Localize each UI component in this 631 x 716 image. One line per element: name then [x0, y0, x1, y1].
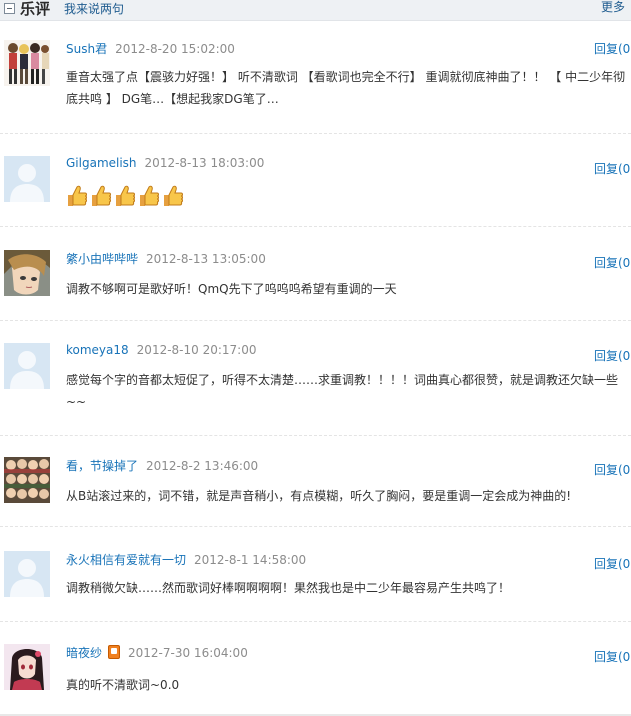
user-avatar[interactable] [4, 250, 50, 296]
thumbs-up-icon [140, 185, 159, 206]
comment-text: 感觉每个字的音都太短促了，听得不太清楚……求重调教！！！！词曲真心都很赞，就是调… [66, 373, 619, 409]
anime-group-avatar-icon [4, 40, 50, 86]
default-avatar-icon [4, 551, 50, 597]
user-avatar[interactable] [4, 644, 50, 690]
reply-button[interactable]: 回复(0 [594, 648, 630, 665]
comment-time: 2012-7-30 16:04:00 [128, 646, 248, 660]
comment-text: 从B站滚过来的，词不错，就是声音稍小，有点模糊，听久了胸闷，要是重调一定会成为神… [66, 489, 572, 503]
anime-girl-avatar-icon [4, 644, 50, 690]
user-avatar[interactable] [4, 40, 50, 86]
comment-username[interactable]: Sush君 [66, 42, 107, 56]
anime-face-avatar-icon [4, 250, 50, 296]
thumbs-up-icon [116, 185, 135, 206]
comment-text: 调教不够啊可是歌好听！QmQ先下了呜呜呜希望有重调的一天 [66, 282, 397, 296]
section-header: 乐评 我来说两句 更多 [0, 0, 631, 21]
divider [0, 133, 631, 134]
comment-meta: 看，节操掉了 2012-8-2 13:46:00 [66, 457, 258, 474]
divider [0, 621, 631, 622]
default-avatar-icon [4, 156, 50, 202]
comment-meta: 暗夜纱 2012-7-30 16:04:00 [66, 644, 248, 661]
section-title: 乐评 [20, 0, 51, 18]
comment-meta: Sush君 2012-8-20 15:02:00 [66, 40, 235, 57]
reply-button[interactable]: 回复(0 [594, 461, 630, 478]
comment-time: 2012-8-13 18:03:00 [144, 156, 265, 170]
reply-button[interactable]: 回复(0 [594, 555, 630, 572]
divider [0, 435, 631, 436]
comment-username[interactable]: 看，节操掉了 [66, 459, 138, 473]
mobile-badge-icon [108, 645, 121, 659]
emoji-row [66, 184, 184, 208]
comment-meta: 綮小由哔哔哔 2012-8-13 13:05:00 [66, 250, 266, 267]
thumbs-up-icon [92, 185, 111, 206]
user-avatar[interactable] [4, 343, 50, 389]
comment-meta: 永火相信有爱就有一切 2012-8-1 14:58:00 [66, 551, 306, 568]
reply-button[interactable]: 回复(0 [594, 347, 630, 364]
comment-text: 真的听不清歌词~0.0 [66, 678, 180, 692]
comment-time: 2012-8-2 13:46:00 [146, 459, 259, 473]
user-avatar[interactable] [4, 457, 50, 503]
comment-text: 重音太强了点【震骇力好强！】 听不清歌词 【看歌词也完全不行】 重调就彻底神曲了… [66, 70, 626, 106]
collapse-toggle-icon[interactable] [4, 3, 15, 14]
thumbs-up-icon [164, 185, 183, 206]
comment-username[interactable]: 永火相信有爱就有一切 [66, 553, 186, 567]
comment-meta: komeya18 2012-8-10 20:17:00 [66, 343, 256, 357]
more-link[interactable]: 更多 [601, 0, 625, 15]
reply-button[interactable]: 回复(0 [594, 160, 630, 177]
comment-text: 调教稍微欠缺……然而歌词好棒啊啊啊啊！果然我也是中二少年最容易产生共鸣了！ [66, 581, 511, 595]
default-avatar-icon [4, 343, 50, 389]
thumbs-up-icon [68, 185, 87, 206]
comment-username[interactable]: 暗夜纱 [66, 646, 102, 660]
user-avatar[interactable] [4, 551, 50, 597]
comment-time: 2012-8-10 20:17:00 [136, 343, 257, 357]
divider [0, 226, 631, 227]
divider [0, 526, 631, 527]
reply-button[interactable]: 回复(0 [594, 40, 630, 57]
comment-time: 2012-8-13 13:05:00 [146, 252, 266, 266]
write-comment-link[interactable]: 我来说两句 [64, 0, 124, 17]
comment-time: 2012-8-1 14:58:00 [194, 553, 307, 567]
comment-username[interactable]: komeya18 [66, 343, 129, 357]
comment-username[interactable]: Gilgamelish [66, 156, 137, 170]
comment-meta: Gilgamelish 2012-8-13 18:03:00 [66, 156, 264, 170]
anime-crowd-avatar-icon [4, 457, 50, 503]
comment-username[interactable]: 綮小由哔哔哔 [66, 252, 138, 266]
comment-section: 乐评 我来说两句 更多 Sush君 2012-8-20 15:02:00 回复(0… [0, 0, 631, 716]
divider [0, 320, 631, 321]
user-avatar[interactable] [4, 156, 50, 202]
comment-time: 2012-8-20 15:02:00 [115, 42, 235, 56]
reply-button[interactable]: 回复(0 [594, 254, 630, 271]
